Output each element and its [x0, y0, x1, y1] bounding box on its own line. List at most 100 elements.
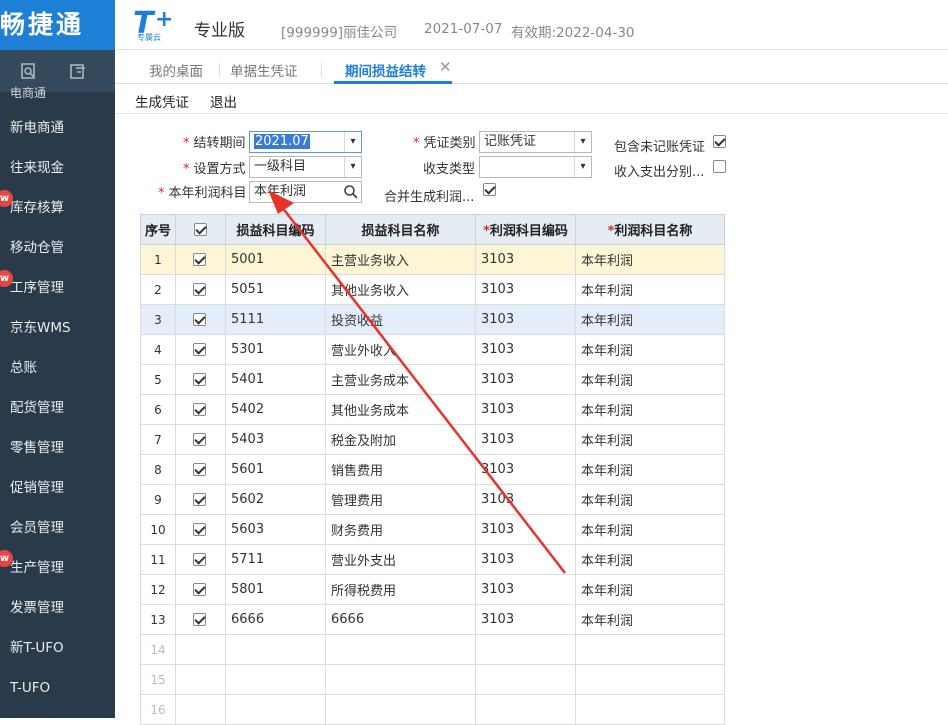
- row-number[interactable]: 13: [140, 604, 176, 635]
- row-checkbox[interactable]: [193, 553, 206, 566]
- sidebar-item[interactable]: w 生产管理: [0, 548, 115, 588]
- profit-account-input[interactable]: 本年利润: [249, 181, 362, 203]
- row-number[interactable]: 14: [140, 634, 176, 665]
- row-select[interactable]: [175, 244, 226, 275]
- edit-doc-icon[interactable]: [69, 62, 87, 80]
- row-checkbox[interactable]: [193, 253, 206, 266]
- tab-period-pl-transfer[interactable]: 期间损益结转: [345, 60, 426, 80]
- search-doc-icon[interactable]: [20, 62, 38, 80]
- pl-code-cell[interactable]: [225, 664, 326, 695]
- profit-code-cell[interactable]: 3103: [475, 364, 576, 395]
- profit-name-cell[interactable]: 本年利润: [575, 454, 725, 485]
- profit-name-cell[interactable]: 本年利润: [575, 574, 725, 605]
- row-checkbox[interactable]: [193, 493, 206, 506]
- profit-name-cell[interactable]: 本年利润: [575, 604, 725, 635]
- pl-name-cell[interactable]: [325, 694, 476, 725]
- table-row[interactable]: 2 5051 其他业务收入 3103 本年利润: [140, 274, 725, 305]
- profit-name-cell[interactable]: 本年利润: [575, 364, 725, 395]
- sidebar-item[interactable]: 新T-UFO: [0, 628, 115, 668]
- sidebar-item[interactable]: w 工序管理: [0, 268, 115, 308]
- pl-code-cell[interactable]: 5403: [225, 424, 326, 455]
- sidebar-item[interactable]: 京东WMS: [0, 308, 115, 348]
- pl-name-cell[interactable]: 其他业务成本: [325, 394, 476, 425]
- sidebar-item[interactable]: 往来现金: [0, 148, 115, 188]
- row-checkbox[interactable]: [193, 343, 206, 356]
- row-select[interactable]: [175, 604, 226, 635]
- exit-button[interactable]: 退出: [210, 91, 237, 111]
- table-row[interactable]: 10 5603 财务费用 3103 本年利润: [140, 514, 725, 545]
- pl-name-cell[interactable]: 投资收益: [325, 304, 476, 335]
- pl-code-cell[interactable]: [225, 694, 326, 725]
- sidebar-item[interactable]: 促销管理: [0, 468, 115, 508]
- include-unposted-checkbox[interactable]: [713, 135, 726, 148]
- profit-name-cell[interactable]: 本年利润: [575, 544, 725, 575]
- table-row[interactable]: 7 5403 税金及附加 3103 本年利润: [140, 424, 725, 455]
- merge-checkbox[interactable]: [483, 183, 496, 196]
- pl-code-cell[interactable]: 5601: [225, 454, 326, 485]
- profit-code-cell[interactable]: 3103: [475, 244, 576, 275]
- sidebar-item[interactable]: 移动仓管: [0, 228, 115, 268]
- profit-name-cell[interactable]: [575, 694, 725, 725]
- pl-code-cell[interactable]: 5602: [225, 484, 326, 515]
- profit-name-cell[interactable]: 本年利润: [575, 394, 725, 425]
- pl-code-cell[interactable]: 5001: [225, 244, 326, 275]
- sidebar-item[interactable]: 总账: [0, 348, 115, 388]
- row-number[interactable]: 1: [140, 244, 176, 275]
- profit-code-cell[interactable]: 3103: [475, 544, 576, 575]
- pl-name-cell[interactable]: 销售费用: [325, 454, 476, 485]
- table-row[interactable]: 1 5001 主营业务收入 3103 本年利润: [140, 244, 725, 275]
- pl-name-cell[interactable]: 税金及附加: [325, 424, 476, 455]
- row-select[interactable]: [175, 394, 226, 425]
- table-row[interactable]: 11 5711 营业外支出 3103 本年利润: [140, 544, 725, 575]
- profit-code-cell[interactable]: 3103: [475, 604, 576, 635]
- pl-name-cell[interactable]: 6666: [325, 604, 476, 635]
- row-checkbox[interactable]: [193, 433, 206, 446]
- revenue-type-select[interactable]: ▾: [479, 156, 592, 178]
- profit-name-cell[interactable]: 本年利润: [575, 244, 725, 275]
- pl-name-cell[interactable]: [325, 664, 476, 695]
- close-icon[interactable]: ✕: [439, 58, 452, 76]
- profit-code-cell[interactable]: [475, 664, 576, 695]
- profit-code-cell[interactable]: [475, 634, 576, 665]
- pl-code-cell[interactable]: 5402: [225, 394, 326, 425]
- profit-name-cell[interactable]: 本年利润: [575, 274, 725, 305]
- pl-name-cell[interactable]: 营业外支出: [325, 544, 476, 575]
- table-row[interactable]: 4 5301 营业外收入 3103 本年利润: [140, 334, 725, 365]
- row-select[interactable]: [175, 514, 226, 545]
- row-checkbox[interactable]: [193, 403, 206, 416]
- profit-code-cell[interactable]: 3103: [475, 304, 576, 335]
- table-row[interactable]: 9 5602 管理费用 3103 本年利润: [140, 484, 725, 515]
- pl-code-cell[interactable]: 6666: [225, 604, 326, 635]
- profit-name-cell[interactable]: [575, 634, 725, 665]
- select-all-checkbox[interactable]: [194, 223, 207, 236]
- pl-name-cell[interactable]: 主营业务收入: [325, 244, 476, 275]
- method-select[interactable]: 一级科目 ▾: [249, 156, 362, 178]
- profit-name-cell[interactable]: 本年利润: [575, 484, 725, 515]
- row-checkbox[interactable]: [193, 283, 206, 296]
- period-select[interactable]: 2021.07 ▾: [249, 131, 362, 153]
- profit-name-cell[interactable]: [575, 664, 725, 695]
- row-select[interactable]: [175, 484, 226, 515]
- sidebar-item[interactable]: 零售管理: [0, 428, 115, 468]
- chevron-down-icon[interactable]: ▾: [574, 132, 591, 152]
- row-number[interactable]: 10: [140, 514, 176, 545]
- row-select[interactable]: [175, 424, 226, 455]
- table-row[interactable]: 6 5402 其他业务成本 3103 本年利润: [140, 394, 725, 425]
- chevron-down-icon[interactable]: ▾: [574, 157, 591, 177]
- row-checkbox[interactable]: [193, 523, 206, 536]
- table-row[interactable]: 3 5111 投资收益 3103 本年利润: [140, 304, 725, 335]
- pl-code-cell[interactable]: 5051: [225, 274, 326, 305]
- profit-code-cell[interactable]: 3103: [475, 574, 576, 605]
- row-select[interactable]: [175, 664, 226, 695]
- pl-name-cell[interactable]: [325, 634, 476, 665]
- profit-name-cell[interactable]: 本年利润: [575, 514, 725, 545]
- row-select[interactable]: [175, 364, 226, 395]
- row-checkbox[interactable]: [193, 613, 206, 626]
- profit-name-cell[interactable]: 本年利润: [575, 334, 725, 365]
- row-number[interactable]: 8: [140, 454, 176, 485]
- row-select[interactable]: [175, 544, 226, 575]
- sidebar-item-cut[interactable]: 电商通: [10, 84, 46, 101]
- table-row[interactable]: 14: [140, 634, 725, 665]
- voucher-type-select[interactable]: 记账凭证 ▾: [479, 131, 592, 153]
- row-number[interactable]: 2: [140, 274, 176, 305]
